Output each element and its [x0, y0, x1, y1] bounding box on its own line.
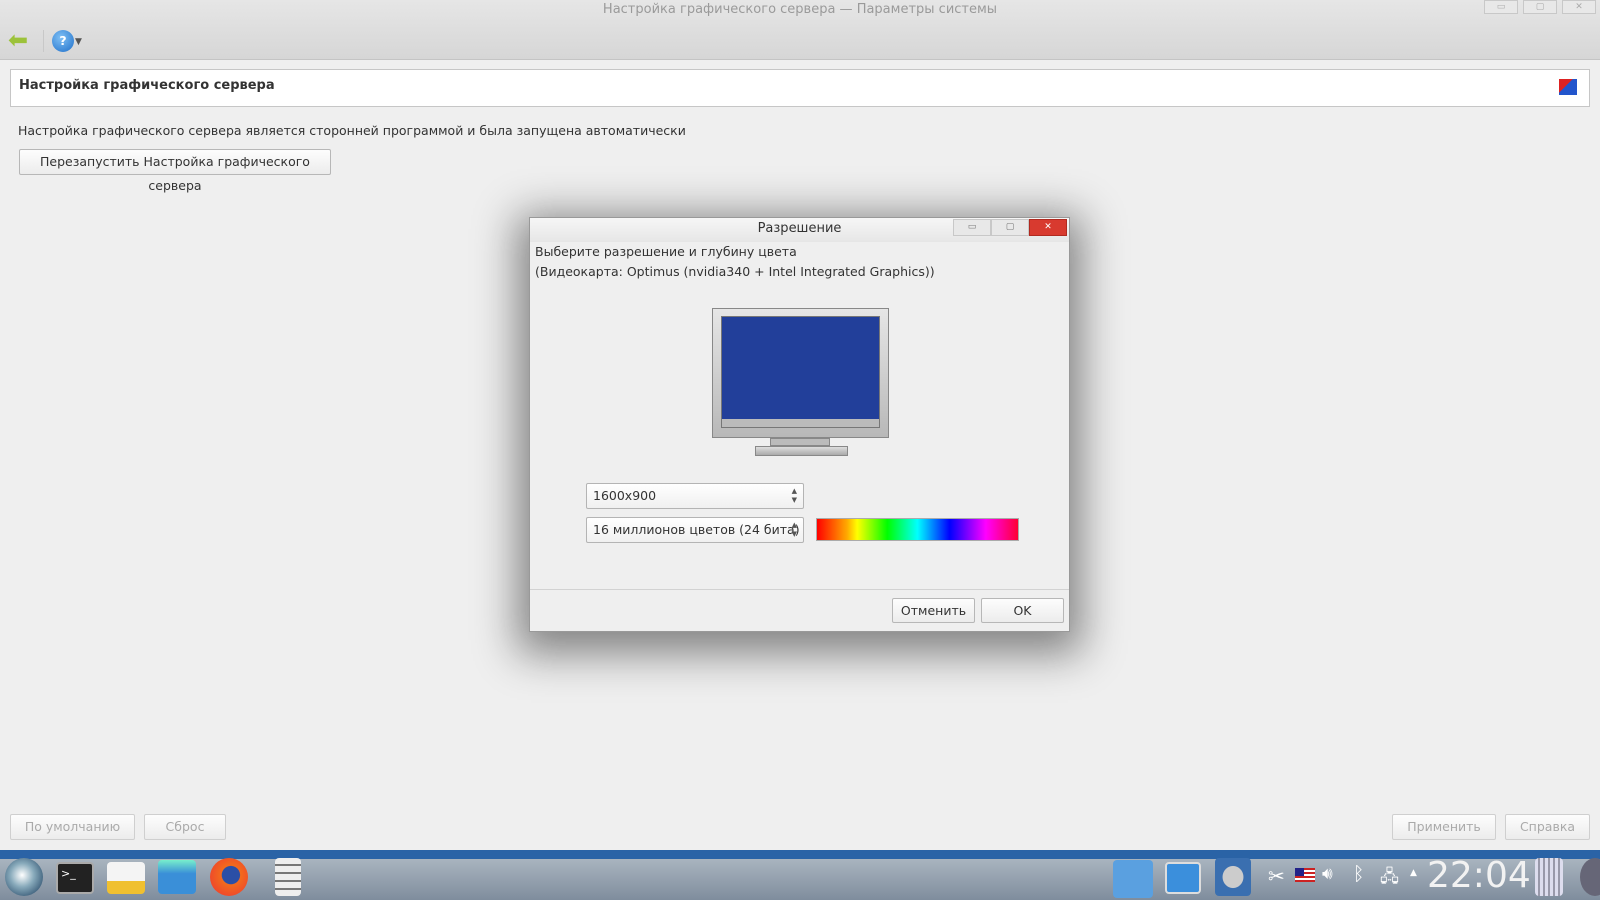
back-arrow-icon[interactable]: ⬅	[8, 28, 28, 52]
title-bar: Настройка графического сервера — Парамет…	[0, 0, 1600, 60]
app-menu-icon[interactable]	[5, 858, 43, 896]
monitor-neck	[770, 438, 830, 446]
network-icon[interactable]: 🖧	[1380, 864, 1399, 893]
window-title: Настройка графического сервера — Парамет…	[602, 2, 998, 17]
page-title: Настройка графического сервера	[19, 78, 275, 93]
close-button[interactable]: ✕	[1562, 0, 1596, 14]
taskbar: >_ ✂ 🔊︎ ᛒ 🖧 ▲ 22:04	[0, 850, 1600, 900]
server-icon[interactable]	[275, 858, 301, 896]
monitor-stand	[755, 446, 848, 456]
home-folder-icon[interactable]	[1113, 860, 1153, 898]
firefox-icon[interactable]	[210, 858, 248, 896]
dialog-close-button[interactable]: ✕	[1029, 219, 1067, 236]
apply-button[interactable]: Применить	[1392, 814, 1496, 840]
help-icon[interactable]: ?	[52, 30, 74, 52]
info-text: Настройка графического сервера является …	[18, 123, 686, 138]
spin-arrows-icon: ▲ ▼	[791, 487, 797, 504]
terminal-icon[interactable]: >_	[56, 862, 94, 894]
color-depth-select[interactable]: 16 миллионов цветов (24 бита) ▲ ▼	[586, 517, 804, 543]
color-spectrum	[816, 518, 1019, 541]
dialog-separator	[530, 589, 1069, 590]
bluetooth-icon[interactable]: ᛒ	[1353, 863, 1364, 885]
minimize-button[interactable]: ▭	[1484, 0, 1518, 14]
restart-button[interactable]: Перезапустить Настройка графического сер…	[19, 149, 331, 193]
module-header: Настройка графического сервера	[10, 69, 1590, 107]
spin-arrows-icon: ▲ ▼	[791, 521, 797, 538]
trash-icon[interactable]	[1535, 858, 1563, 896]
reset-button[interactable]: Сброс	[144, 814, 226, 840]
maximize-button[interactable]: ▢	[1523, 0, 1557, 14]
defaults-button[interactable]: По умолчанию	[10, 814, 135, 840]
us-flag-icon[interactable]	[1295, 868, 1315, 882]
dialog-instruction: Выберите разрешение и глубину цвета	[535, 244, 797, 259]
color-depth-value: 16 миллионов цветов (24 бита)	[593, 522, 800, 537]
menu-button-icon[interactable]	[1580, 858, 1600, 896]
dialog-video-card: (Видеокарта: Optimus (nvidia340 + Intel …	[535, 264, 935, 279]
toolbar-separator	[43, 30, 44, 52]
window-switcher-icon[interactable]	[1165, 862, 1201, 894]
file-manager-icon[interactable]	[158, 860, 196, 894]
dialog-maximize-button[interactable]: ▢	[991, 219, 1029, 236]
monitor-preview-icon	[712, 308, 889, 438]
module-icon	[1559, 79, 1577, 95]
ok-button[interactable]: OK	[981, 598, 1064, 623]
mail-icon[interactable]	[107, 862, 145, 894]
scissors-icon[interactable]: ✂	[1268, 864, 1285, 888]
volume-icon[interactable]: 🔊︎	[1322, 864, 1333, 884]
clock[interactable]: 22:04	[1427, 856, 1531, 896]
cancel-button[interactable]: Отменить	[892, 598, 975, 623]
resolution-dialog: Разрешение ▭ ▢ ✕ Выберите разрешение и г…	[529, 217, 1070, 632]
chevron-down-icon[interactable]: ▼	[75, 37, 82, 47]
resolution-select[interactable]: 1600x900 ▲ ▼	[586, 483, 804, 509]
tray-expand-icon[interactable]: ▲	[1410, 868, 1417, 878]
help-button[interactable]: Справка	[1505, 814, 1590, 840]
system-settings-icon[interactable]	[1215, 858, 1251, 896]
dialog-title: Разрешение	[757, 221, 842, 236]
resolution-value: 1600x900	[593, 488, 657, 503]
dialog-minimize-button[interactable]: ▭	[953, 219, 991, 236]
